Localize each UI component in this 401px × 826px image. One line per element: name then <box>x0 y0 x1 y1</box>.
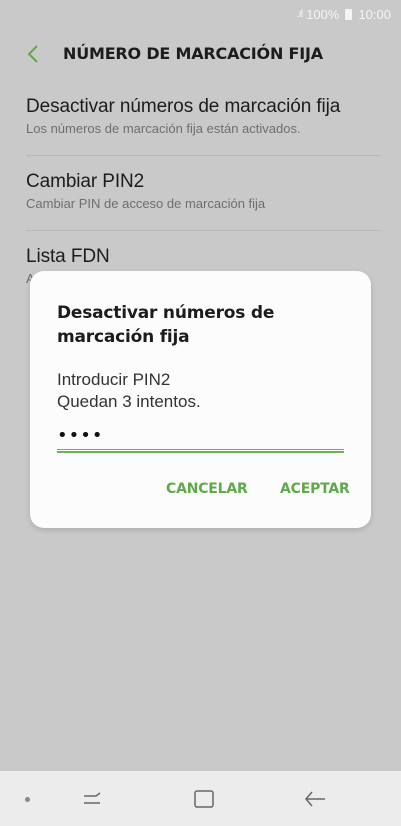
pin2-input[interactable] <box>57 421 344 450</box>
clock: 10:00 <box>358 6 391 22</box>
list-item-title: Lista FDN <box>26 246 110 267</box>
divider <box>26 230 381 231</box>
recent-apps-icon[interactable] <box>80 788 104 810</box>
battery-percentage: 100% <box>306 6 340 22</box>
list-item-change-pin2[interactable]: Cambiar PIN2 Cambiar PIN de acceso de ma… <box>26 171 380 211</box>
pin2-dialog: Desactivar números de marcación fija Int… <box>30 271 371 528</box>
signal-icon: .ıl <box>296 8 303 20</box>
dialog-message-line-1: Introducir PIN2 <box>57 370 171 389</box>
dialog-title: Desactivar números de marcación fija <box>57 303 275 347</box>
dialog-message: Introducir PIN2 Quedan 3 intentos. <box>57 369 201 413</box>
navigation-bar <box>0 771 401 826</box>
list-item-subtitle: Los números de marcación fija están acti… <box>26 121 301 136</box>
list-item-deactivate-fdn[interactable]: Desactivar números de marcación fija Los… <box>26 96 380 136</box>
back-icon[interactable] <box>303 788 327 810</box>
accept-button[interactable]: ACEPTAR <box>280 481 350 497</box>
page-title: NÚMERO DE MARCACIÓN FIJA <box>63 44 323 63</box>
dialog-message-line-2: Quedan 3 intentos. <box>57 392 201 411</box>
divider <box>26 155 381 156</box>
list-item-title: Desactivar números de marcación fija <box>26 96 341 117</box>
pin2-input-underline <box>57 451 344 453</box>
cancel-button[interactable]: CANCELAR <box>166 481 248 497</box>
list-item-subtitle: Cambiar PIN de acceso de marcación fija <box>26 196 266 211</box>
list-item-title: Cambiar PIN2 <box>26 171 145 192</box>
app-header: NÚMERO DE MARCACIÓN FIJA <box>0 34 401 74</box>
battery-icon <box>345 8 353 20</box>
back-arrow-icon[interactable] <box>22 42 46 66</box>
home-icon[interactable] <box>192 788 216 810</box>
dot-icon <box>25 797 30 802</box>
status-bar: .ıl 100% 10:00 <box>0 0 401 28</box>
